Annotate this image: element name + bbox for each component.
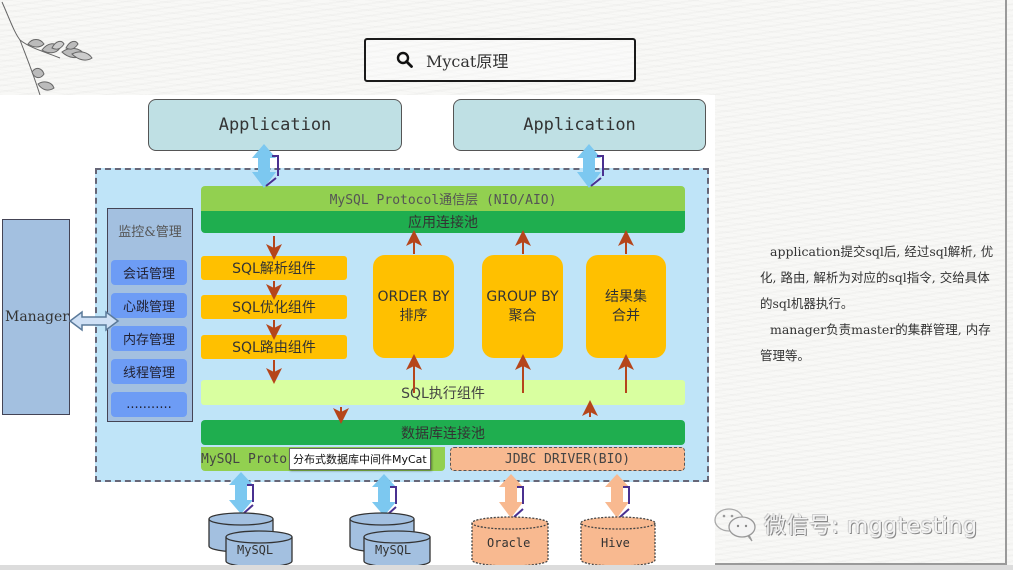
wechat-id-text: 微信号: mggtesting: [764, 514, 978, 539]
hive-double-arrow-icon: [605, 474, 630, 518]
oracle-double-arrow-icon: [499, 474, 524, 518]
app2-protocol-double-arrow-icon: [577, 144, 604, 188]
db-label-hive: Hive: [601, 536, 630, 550]
db-label-mysql-2: MySQL: [375, 543, 412, 557]
app1-protocol-double-arrow-icon: [252, 144, 279, 188]
mysql1-double-arrow-icon: [229, 472, 254, 514]
description-paragraph-2: manager负责master的集群管理, 内存管理等。: [760, 322, 991, 363]
mysql2-double-arrow-icon: [372, 474, 397, 516]
wechat-watermark: 微信号: mggtesting: [712, 506, 978, 542]
db-label-oracle: Oracle: [487, 536, 531, 550]
diagram-arrows-layer: [68, 144, 656, 568]
db-label-mysql-1: MySQL: [237, 543, 274, 557]
description-paragraph-1: application提交sql后, 经过sql解析, 优化, 路由, 解析为对…: [760, 244, 994, 311]
mysql-db-1-icon: [208, 512, 293, 568]
description-text: application提交sql后, 经过sql解析, 优化, 路由, 解析为对…: [760, 239, 1000, 369]
manager-double-arrow-icon: [68, 310, 120, 332]
mysql-db-2-icon: [349, 512, 431, 568]
page-right-border: [1005, 0, 1007, 565]
bottom-strip: [0, 565, 1013, 570]
wechat-icon: [714, 508, 756, 542]
